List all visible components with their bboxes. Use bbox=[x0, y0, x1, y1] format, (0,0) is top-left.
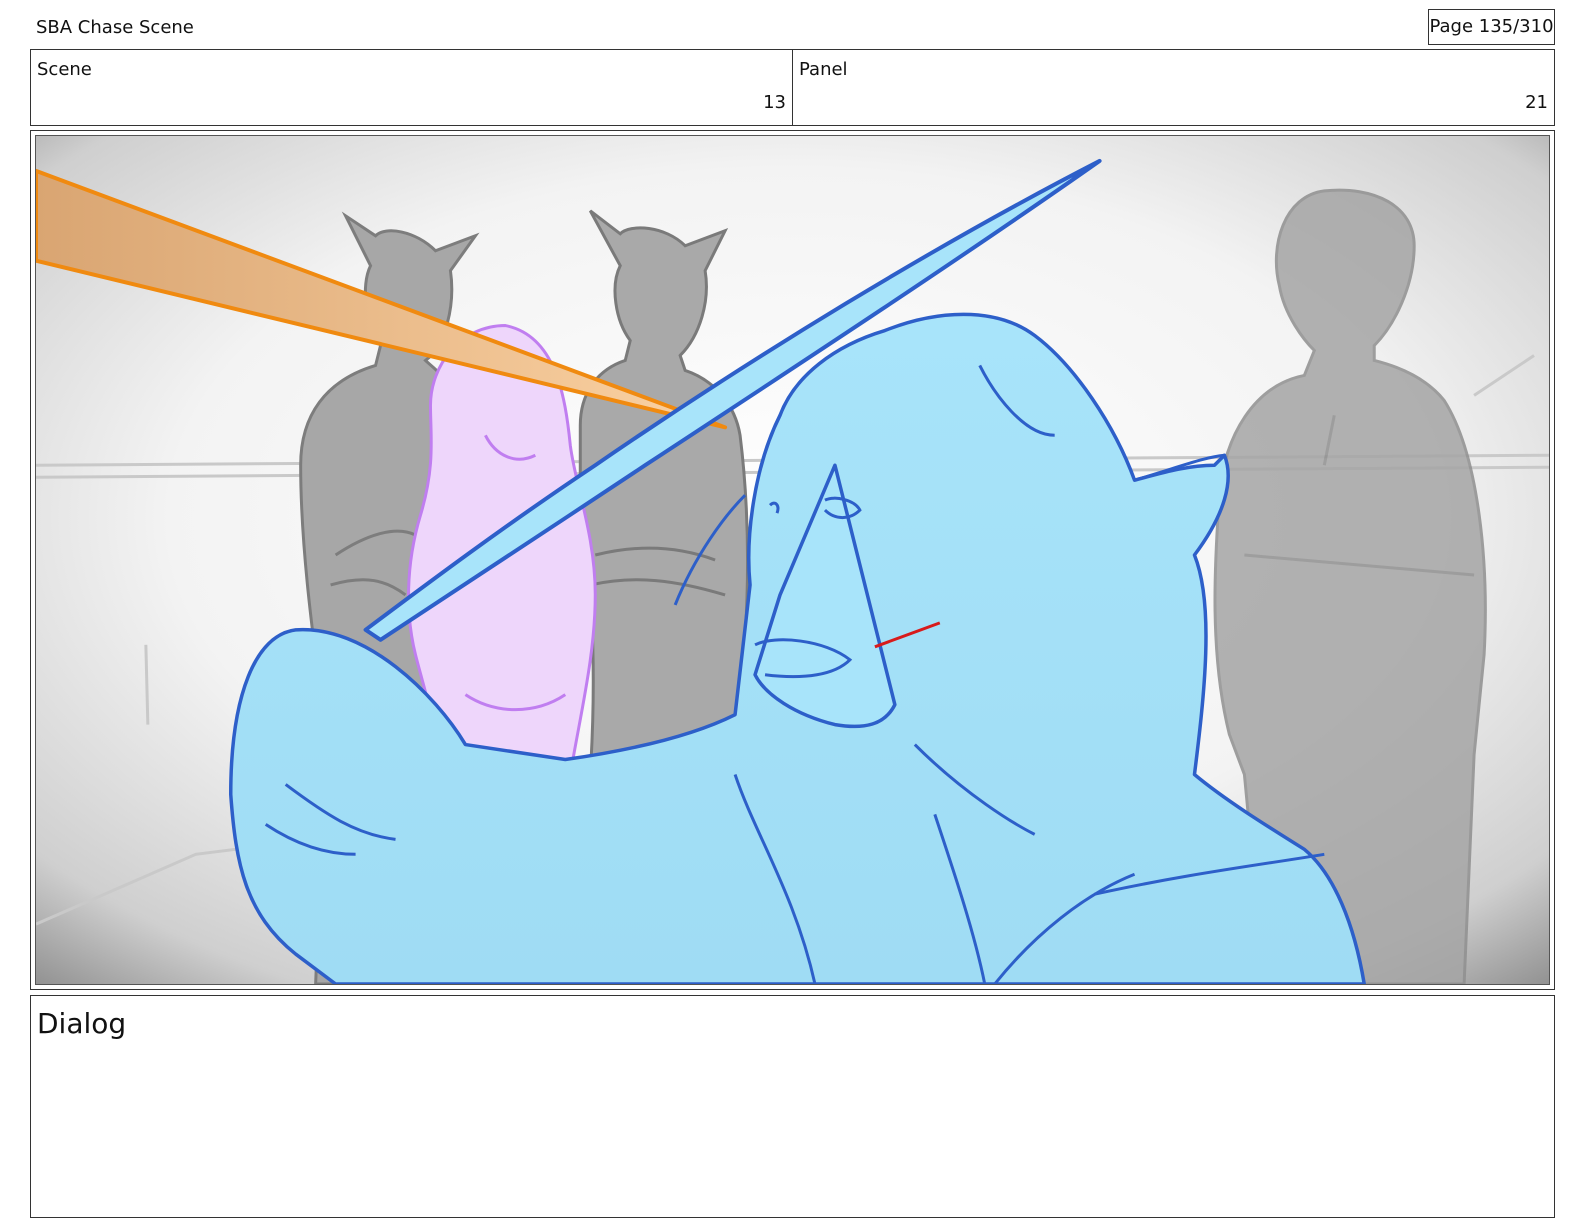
panel-number: 21 bbox=[1525, 92, 1548, 113]
scene-cell: Scene 13 bbox=[31, 50, 792, 125]
storyboard-sketch bbox=[36, 136, 1549, 984]
scene-label: Scene bbox=[37, 59, 92, 80]
page-indicator: Page 135/310 bbox=[1428, 9, 1555, 45]
dialog-box: Dialog bbox=[30, 995, 1555, 1218]
scene-number: 13 bbox=[763, 92, 786, 113]
panel-cell: Panel 21 bbox=[792, 50, 1554, 125]
scene-panel-info: Scene 13 Panel 21 bbox=[30, 49, 1555, 126]
panel-label: Panel bbox=[799, 59, 848, 80]
dialog-label: Dialog bbox=[37, 1007, 127, 1040]
storyboard-image bbox=[35, 135, 1550, 985]
document-title: SBA Chase Scene bbox=[36, 17, 194, 38]
storyboard-frame bbox=[30, 130, 1555, 990]
